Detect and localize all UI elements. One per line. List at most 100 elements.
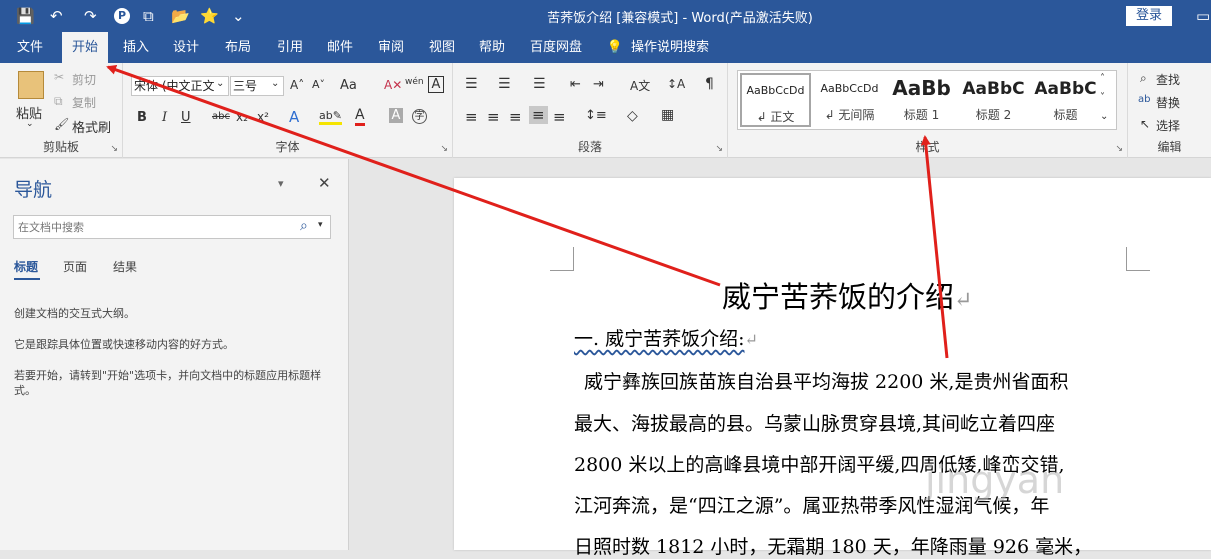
change-case-icon[interactable]: Aa [340,78,357,93]
replace-button[interactable]: 替换 [1156,94,1180,111]
style-normal-name: ↲ 正文 [756,110,795,124]
font-name-combo[interactable]: 宋体 (中文正文 [131,76,229,96]
italic-button[interactable]: I [162,110,167,125]
tab-insert[interactable]: 插入 [116,32,156,63]
body-line-1[interactable]: 威宁彝族回族苗族自治县平均海拔 2200 米,是贵州省面积 [584,367,1068,394]
nav-search-input[interactable] [14,216,284,239]
strikethrough-button[interactable]: abc [212,111,230,122]
numbering-icon[interactable]: ☰ [498,76,511,92]
styles-more-icon[interactable]: ⌄ [1100,111,1108,122]
login-button[interactable]: 登录 [1126,6,1172,26]
copy-window-icon[interactable]: ⧉ [143,6,154,26]
tab-baidu-netdisk[interactable]: 百度网盘 [524,32,588,63]
select-button[interactable]: 选择 [1156,117,1180,134]
style-no-spacing[interactable]: AaBbCcDd ↲ 无间隔 [814,73,885,127]
search-dropdown-icon[interactable]: ▾ [318,220,323,230]
tell-me-search[interactable]: 操作说明搜索 [630,32,710,63]
borders-icon[interactable]: ▦ [661,107,674,123]
document-subheading-text: 一. 威宁苦荞饭介绍: [574,328,745,350]
align-left-icon[interactable]: ≡ [465,108,478,126]
bold-button[interactable]: B [137,110,147,125]
document-page[interactable]: 威宁苦荞饭的介绍↵ 一. 威宁苦荞饭介绍:↵ 威宁彝族回族苗族自治县平均海拔 2… [454,178,1211,558]
tab-view[interactable]: 视图 [422,32,462,63]
character-shading-icon[interactable]: A [389,108,403,123]
align-center-icon[interactable]: ≡ [487,108,500,126]
enclose-characters-icon[interactable]: 字 [412,109,427,124]
character-border-icon[interactable]: A [428,76,444,93]
undo-icon[interactable]: ↶ [50,6,63,26]
tab-help[interactable]: 帮助 [472,32,512,63]
nav-tab-pages[interactable]: 页面 [63,258,87,275]
tab-file[interactable]: 文件 [8,32,52,63]
shrink-font-icon[interactable]: A˅ [312,78,325,91]
nav-tab-headings[interactable]: 标题 [14,258,38,275]
copy-button[interactable]: 复制 [72,94,96,111]
font-name-dropdown-icon[interactable]: ⌄ [216,78,225,89]
sort-icon[interactable]: ↕A [667,77,685,91]
tab-review[interactable]: 审阅 [371,32,411,63]
paste-icon[interactable] [18,71,44,99]
format-painter-button[interactable]: 格式刷 [72,117,111,136]
tab-home[interactable]: 开始 [62,32,108,63]
styles-launcher-icon[interactable]: ↘ [1115,144,1123,154]
find-button[interactable]: 查找 [1156,71,1180,88]
paragraph-launcher-icon[interactable]: ↘ [715,144,723,154]
subscript-button[interactable]: x₂ [236,110,248,124]
style-heading-1[interactable]: AaBb 标题 1 [886,73,957,127]
nav-search-box[interactable]: ⌕ ▾ [13,215,331,239]
phonetic-guide-icon[interactable]: wén [405,77,424,87]
decrease-indent-icon[interactable]: ⇤ [570,77,581,92]
crop-mark-left [550,247,574,271]
body-line-5[interactable]: 日照时数 1812 小时，无霜期 180 天，年降雨量 926 毫米， [574,532,1092,559]
align-right-icon[interactable]: ≡ [509,108,522,126]
chinese-layout-icon[interactable]: A文 [630,77,650,94]
highlight-icon[interactable]: ab✎ [319,109,342,125]
paragraph-mark: ↵ [744,330,758,349]
ribbon-display-icon[interactable]: ▭ [1196,6,1210,26]
style-normal[interactable]: AaBbCcDd ↲ 正文 [740,73,811,127]
multilevel-list-icon[interactable]: ☰ [533,76,546,92]
font-size-dropdown-icon[interactable]: ⌄ [271,78,280,89]
nav-options-icon[interactable]: ▾ [278,177,284,190]
bullets-icon[interactable]: ☰ [465,76,478,92]
cut-button[interactable]: 剪切 [72,71,96,88]
nav-tab-results[interactable]: 结果 [113,258,137,275]
open-folder-icon[interactable]: 📂 [171,6,190,26]
tab-design[interactable]: 设计 [166,32,206,63]
nav-tab-underline [14,278,40,280]
search-icon[interactable]: ⌕ [300,218,308,234]
clear-formatting-icon[interactable]: A✕ [384,78,402,92]
document-heading[interactable]: 威宁苦荞饭的介绍↵ [722,274,972,316]
close-icon[interactable]: ✕ [318,174,331,192]
increase-indent-icon[interactable]: ⇥ [593,77,604,92]
clipboard-label: 剪贴板 [42,140,79,154]
style-title[interactable]: AaBbC 标题 [1030,73,1101,127]
tab-layout[interactable]: 布局 [218,32,258,63]
watermark: jingyan [925,458,1065,502]
clipboard-launcher-icon[interactable]: ↘ [110,144,118,154]
pdf-icon[interactable]: P [114,8,130,24]
paste-dropdown-icon[interactable]: ⌄ [26,119,34,129]
show-marks-icon[interactable]: ¶ [705,76,714,92]
tab-mailings[interactable]: 邮件 [320,32,360,63]
grow-font-icon[interactable]: A˄ [290,78,304,92]
favorite-icon[interactable]: ⭐ [200,6,219,26]
styles-scroll-down-icon[interactable]: ˅ [1100,92,1105,103]
font-launcher-icon[interactable]: ↘ [440,144,448,154]
shading-icon[interactable]: ◇ [627,108,638,124]
style-heading-2[interactable]: AaBbC 标题 2 [958,73,1029,127]
underline-button[interactable]: U [181,110,191,125]
line-spacing-icon[interactable]: ↕≡ [585,108,607,123]
redo-icon[interactable]: ↷ [84,6,97,26]
superscript-button[interactable]: x² [257,110,269,124]
styles-scroll-up-icon[interactable]: ˄ [1100,73,1105,84]
font-color-icon[interactable]: A [355,107,365,126]
tab-references[interactable]: 引用 [270,32,310,63]
customize-quick-access-icon[interactable]: ⌄ [232,6,245,26]
document-subheading[interactable]: 一. 威宁苦荞饭介绍:↵ [574,324,758,351]
body-line-2[interactable]: 最大、海拔最高的县。乌蒙山脉贯穿县境,其间屹立着四座 [574,409,1055,436]
justify-icon[interactable]: ≡ [529,106,548,124]
save-icon[interactable]: 💾 [16,6,35,26]
distributed-icon[interactable]: ≡ [553,108,566,126]
text-effects-icon[interactable]: A [289,108,299,126]
